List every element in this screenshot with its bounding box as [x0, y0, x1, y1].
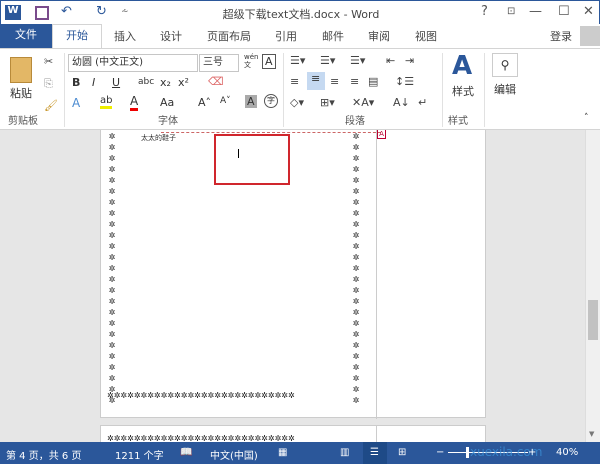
tab-review[interactable]: 审阅	[368, 28, 390, 44]
font-color-icon[interactable]: A	[130, 94, 139, 111]
styles-button[interactable]: 样式	[452, 83, 474, 99]
clipboard-group-label: 剪贴板	[8, 116, 38, 127]
increase-indent-icon[interactable]: ⇥	[405, 54, 414, 67]
find-icon[interactable]: ⚲	[492, 53, 518, 77]
paste-icon[interactable]	[10, 57, 32, 83]
selection-highlight-box	[214, 134, 290, 185]
text-box-outline	[161, 132, 381, 133]
page-border-left: ✲✲✲✲✲✲✲✲✲✲✲✲✲✲✲✲✲✲✲✲✲✲✲✲✲	[108, 132, 116, 405]
language[interactable]: 中文(中国)	[210, 447, 258, 462]
ribbon-tabs: 文件 开始 插入 设计 页面布局 引用 邮件 审阅 视图 登录	[0, 24, 600, 49]
page-column-line	[376, 426, 377, 442]
change-case-button[interactable]: Aa	[160, 96, 174, 109]
login-link[interactable]: 登录	[550, 28, 572, 44]
web-layout-icon[interactable]: ⊞	[398, 447, 406, 458]
shading-icon[interactable]: ◇▾	[290, 96, 304, 109]
page-border-top: ✲✲✲✲✲✲✲✲✲✲✲✲✲✲✲✲✲✲✲✲✲✲✲✲✲✲✲✲	[107, 434, 295, 442]
zoom-level[interactable]: 40%	[556, 447, 578, 458]
styles-group-label: 样式	[448, 116, 468, 127]
zoom-out-icon[interactable]: −	[436, 447, 444, 458]
vertical-scrollbar[interactable]: ▼	[585, 130, 600, 442]
distributed-icon[interactable]: ▤	[368, 75, 378, 88]
justify-icon[interactable]: ≡	[350, 75, 359, 88]
asian-layout-icon[interactable]: ✕A▾	[352, 96, 374, 109]
italic-button[interactable]: I	[92, 76, 95, 89]
align-right-icon[interactable]: ≡	[330, 75, 339, 88]
numbering-icon[interactable]: ☰▾	[320, 54, 335, 67]
page: ✲✲✲✲✲✲✲✲✲✲✲✲✲✲✲✲✲✲✲✲✲✲✲✲✲ ✲✲✲✲✲✲✲✲✲✲✲✲✲✲…	[100, 130, 486, 419]
tab-view[interactable]: 视图	[415, 28, 437, 44]
title-bar: W ↶ ↻ ⩪ 超级下载text文档.docx - Word ? ⊡ — ☐ ✕	[0, 0, 600, 24]
underline-button[interactable]: U	[112, 76, 120, 89]
char-border-icon[interactable]: A	[262, 54, 276, 69]
tab-design[interactable]: 设计	[160, 28, 182, 44]
show-marks-icon[interactable]: ↵	[418, 96, 427, 109]
shrink-font-button[interactable]: A˅	[220, 96, 231, 106]
font-size-select[interactable]: 三号	[199, 54, 239, 72]
bullets-icon[interactable]: ☰▾	[290, 54, 305, 67]
text-effects-icon[interactable]: A	[72, 96, 80, 110]
tab-file[interactable]: 文件	[0, 24, 52, 48]
paragraph-group-label: 段落	[345, 116, 365, 127]
highlight-icon[interactable]: ab	[100, 95, 113, 109]
clear-format-icon[interactable]: ⌫	[208, 75, 224, 88]
tab-references[interactable]: 引用	[275, 28, 297, 44]
editing-button[interactable]: 编辑	[494, 81, 516, 97]
copy-icon[interactable]: ⎘	[44, 77, 53, 91]
scrollbar-thumb[interactable]	[588, 300, 598, 340]
enclose-char-button[interactable]: 字	[264, 94, 278, 108]
font-group-label: 字体	[158, 116, 178, 127]
zoom-in-icon[interactable]: +	[528, 447, 536, 458]
macro-icon[interactable]: ▦	[278, 447, 287, 458]
close-icon[interactable]: ✕	[583, 4, 594, 19]
cut-icon[interactable]: ✂	[44, 55, 53, 68]
read-mode-icon[interactable]: ▥	[340, 447, 349, 458]
decrease-indent-icon[interactable]: ⇤	[386, 54, 395, 67]
page-count[interactable]: 第 4 页，共 6 页	[6, 447, 81, 462]
char-shading-button[interactable]: A	[245, 95, 257, 108]
next-page: ✲✲✲✲✲✲✲✲✲✲✲✲✲✲✲✲✲✲✲✲✲✲✲✲✲✲✲✲	[100, 425, 486, 442]
tab-mailings[interactable]: 邮件	[322, 28, 344, 44]
anchor-icon: A	[377, 130, 386, 139]
strikethrough-button[interactable]: abc	[138, 77, 154, 87]
borders-icon[interactable]: ⊞▾	[320, 96, 335, 109]
word-count[interactable]: 1211 个字	[115, 447, 164, 462]
styles-icon[interactable]: A	[452, 51, 472, 81]
multilevel-list-icon[interactable]: ☰▾	[350, 54, 365, 67]
proofing-icon[interactable]: 📖	[180, 447, 192, 458]
text-cursor	[238, 149, 239, 158]
document-area[interactable]: ✲✲✲✲✲✲✲✲✲✲✲✲✲✲✲✲✲✲✲✲✲✲✲✲✲ ✲✲✲✲✲✲✲✲✲✲✲✲✲✲…	[0, 130, 585, 442]
grow-font-button[interactable]: A˄	[198, 96, 211, 109]
page-border-bottom: ✲✲✲✲✲✲✲✲✲✲✲✲✲✲✲✲✲✲✲✲✲✲✲✲✲✲✲✲	[107, 391, 295, 400]
sort-icon[interactable]: A↓	[393, 96, 410, 109]
page-column-line	[376, 130, 377, 419]
maximize-icon[interactable]: ☐	[558, 4, 570, 19]
page-border-right: ✲✲✲✲✲✲✲✲✲✲✲✲✲✲✲✲✲✲✲✲✲✲✲✲✲	[352, 132, 360, 405]
line-spacing-icon[interactable]: ↕☰	[395, 75, 414, 88]
tab-layout[interactable]: 页面布局	[207, 28, 251, 44]
minimize-icon[interactable]: —	[529, 4, 542, 19]
ribbon-display-icon[interactable]: ⊡	[507, 6, 515, 17]
print-layout-icon[interactable]: ☰	[363, 442, 387, 464]
superscript-button[interactable]: x²	[178, 76, 189, 89]
align-left-icon[interactable]: ≡	[290, 75, 299, 88]
collapse-ribbon-icon[interactable]: ˄	[584, 113, 589, 123]
subscript-button[interactable]: x₂	[160, 76, 171, 89]
font-name-select[interactable]: 幼圆 (中文正文)	[68, 54, 198, 72]
status-bar: 第 4 页，共 6 页 1211 个字 📖 中文(中国) ▦ ▥ ☰ ⊞ − x…	[0, 442, 600, 464]
phonetic-guide-icon[interactable]: wén文	[244, 53, 258, 69]
align-center-icon[interactable]: ≡	[307, 72, 325, 90]
ribbon: 粘贴 ✂ ⎘ 🖌 剪贴板 幼圆 (中文正文) 三号 wén文 A B I U a…	[0, 48, 600, 130]
tab-insert[interactable]: 插入	[114, 28, 136, 44]
paste-button[interactable]: 粘贴	[10, 85, 32, 101]
format-painter-icon[interactable]: 🖌	[44, 99, 58, 112]
avatar[interactable]	[580, 26, 600, 46]
help-icon[interactable]: ?	[481, 4, 488, 19]
scroll-down-icon[interactable]: ▼	[589, 430, 594, 438]
zoom-slider-thumb[interactable]	[466, 447, 469, 458]
tab-home[interactable]: 开始	[52, 24, 102, 49]
document-text[interactable]: 太太的鞋子	[141, 133, 176, 143]
bold-button[interactable]: B	[72, 76, 80, 89]
